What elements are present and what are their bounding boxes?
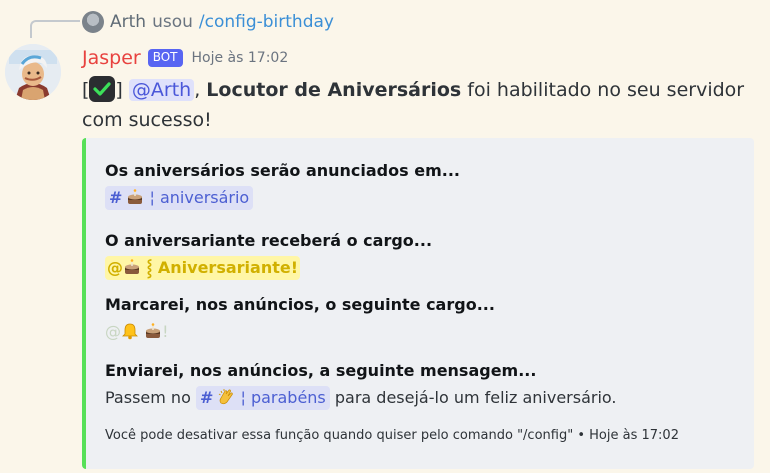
message-content: [] @Arth, Locutor de Aniversários foi ha…: [82, 75, 762, 135]
role-mention-ping[interactable]: @ !: [105, 320, 169, 344]
field-name: O aniversariante receberá o cargo...: [105, 231, 433, 250]
bracket-close: ]: [115, 79, 123, 101]
embed-footer: Você pode desativar essa função quando q…: [105, 428, 679, 443]
reply-avatar[interactable]: [82, 11, 104, 33]
role-mention-aniversariante[interactable]: @ ⸾ Aniversariante!: [105, 256, 300, 280]
author-name[interactable]: Jasper: [82, 47, 141, 69]
author-avatar[interactable]: [5, 44, 61, 100]
role-name: Aniversariante!: [157, 258, 298, 277]
channel-name: aniversário: [159, 188, 250, 207]
channel-separator: ¦: [240, 388, 246, 407]
cake-icon: [128, 189, 143, 204]
embed-field-message: Enviarei, nos anúncios, a seguinte mensa…: [105, 360, 617, 410]
clap-icon: [219, 389, 234, 405]
bracket-open: [: [82, 79, 90, 101]
reply-command[interactable]: /config-birthday: [199, 12, 334, 32]
role-prefix: @: [107, 258, 123, 277]
channel-mention-birthday[interactable]: # ¦ aniversário: [105, 186, 254, 210]
embed-card: Os aniversários serão anunciados em... #…: [82, 138, 754, 469]
bell-icon: [122, 323, 138, 340]
channel-separator: ¦: [149, 188, 155, 207]
footer-timestamp: Hoje às 17:02: [589, 428, 679, 443]
message-before: Passem no: [105, 388, 191, 407]
role-suffix: !: [162, 322, 169, 341]
reply-connector: [30, 20, 80, 38]
reply-context[interactable]: Arth usou /config-birthday: [82, 10, 334, 34]
check-icon: [89, 76, 116, 102]
embed-field-birthday-role: O aniversariante receberá o cargo... @ ⸾…: [105, 230, 432, 280]
channel-name: parabéns: [250, 388, 326, 407]
embed-field-announce-channel: Os aniversários serão anunciados em... #…: [105, 160, 460, 210]
footer-dot: •: [577, 428, 586, 443]
message-header: Jasper BOT Hoje às 17:02: [82, 44, 288, 72]
field-name: Enviarei, nos anúncios, a seguinte mensa…: [105, 361, 537, 380]
field-name: Marcarei, nos anúncios, o seguinte cargo…: [105, 295, 495, 314]
field-name: Os aniversários serão anunciados em...: [105, 161, 460, 180]
footer-text: Você pode desativar essa função quando q…: [105, 428, 574, 443]
role-prefix: @: [105, 322, 121, 341]
bot-badge: BOT: [147, 49, 183, 67]
cake-icon: [125, 259, 139, 274]
embed-field-ping-role: Marcarei, nos anúncios, o seguinte cargo…: [105, 294, 495, 344]
role-separator: ⸾: [146, 258, 153, 277]
feature-name: Locutor de Aniversários: [206, 79, 462, 101]
user-mention[interactable]: @Arth: [128, 79, 195, 101]
cake-icon: [146, 323, 161, 338]
comma: ,: [194, 79, 201, 101]
reply-action: usou: [152, 12, 193, 32]
hash-icon: #: [199, 388, 214, 407]
message-after: para desejá-lo um feliz aniversário.: [334, 388, 617, 407]
message-timestamp[interactable]: Hoje às 17:02: [192, 50, 289, 66]
channel-mention-parabens[interactable]: # ¦ parabéns: [195, 386, 330, 410]
hash-icon: #: [109, 188, 123, 207]
reply-username[interactable]: Arth: [110, 12, 146, 32]
